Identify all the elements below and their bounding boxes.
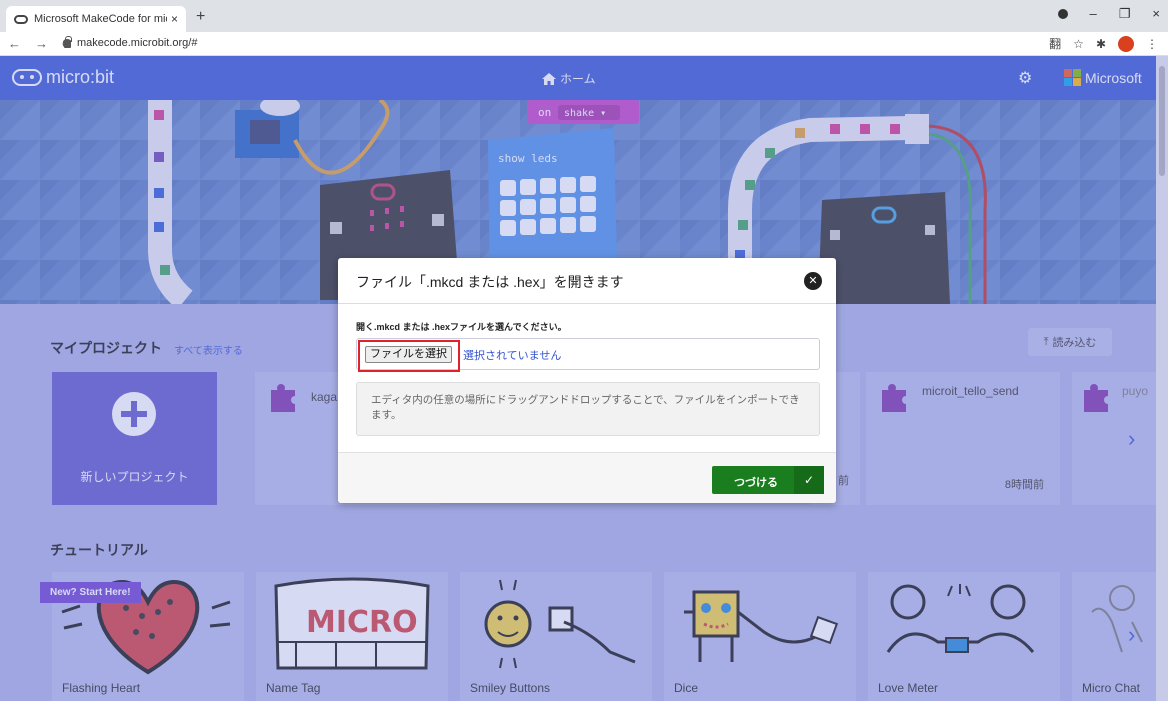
tab-title: Microsoft MakeCode for micro:b bbox=[34, 13, 167, 25]
check-icon: ✓ bbox=[794, 466, 824, 494]
dialog-footer: つづける ✓ bbox=[338, 452, 836, 503]
restore-button[interactable]: ❐ bbox=[1119, 6, 1131, 22]
menu-icon[interactable]: ⋮ bbox=[1146, 37, 1158, 51]
drag-drop-hint: エディタ内の任意の場所にドラッグアンドドロップすることで、ファイルをインポートで… bbox=[356, 382, 820, 436]
microbit-favicon-icon bbox=[14, 14, 28, 24]
no-file-selected-label: 選択されていません bbox=[463, 350, 562, 362]
bookmark-star-icon[interactable]: ☆ bbox=[1073, 37, 1084, 51]
lock-icon bbox=[64, 36, 72, 48]
browser-tab[interactable]: Microsoft MakeCode for micro:b × bbox=[6, 6, 186, 32]
close-icon[interactable]: ✕ bbox=[804, 272, 822, 290]
dialog-title: ファイル「.mkcd または .hex」を開きます bbox=[356, 274, 624, 290]
profile-avatar[interactable] bbox=[1118, 35, 1134, 52]
address-bar: ← → C makecode.microbit.org/# 翻 ☆ ✱ ⋮ bbox=[0, 32, 1168, 56]
nav-buttons: ← → C bbox=[8, 36, 71, 51]
new-tab-button[interactable]: + bbox=[196, 8, 205, 26]
extensions-icon[interactable]: ✱ bbox=[1096, 37, 1106, 51]
continue-button[interactable]: つづける ✓ bbox=[712, 466, 824, 494]
window-controls: – ❐ × bbox=[1057, 6, 1160, 22]
record-icon[interactable] bbox=[1057, 9, 1068, 19]
highlight-box bbox=[358, 340, 460, 372]
dialog-prompt: 開く.mkcd または .hexファイルを選んでください。 bbox=[356, 322, 567, 332]
continue-label: つづける bbox=[734, 477, 778, 489]
browser-tabbar: Microsoft MakeCode for micro:b × + – ❐ × bbox=[0, 0, 1168, 32]
url-text: makecode.microbit.org/# bbox=[77, 37, 198, 49]
dialog-header: ファイル「.mkcd または .hex」を開きます ✕ bbox=[338, 258, 836, 304]
back-button[interactable]: ← bbox=[8, 36, 21, 51]
close-window-button[interactable]: × bbox=[1152, 6, 1160, 22]
forward-button[interactable]: → bbox=[35, 36, 48, 51]
tab-close-icon[interactable]: × bbox=[171, 12, 178, 26]
minimize-button[interactable]: – bbox=[1090, 6, 1097, 22]
extensions: 翻 ☆ ✱ ⋮ bbox=[1049, 35, 1158, 52]
url-field[interactable]: makecode.microbit.org/# bbox=[64, 36, 198, 49]
open-file-dialog: ファイル「.mkcd または .hex」を開きます ✕ 開く.mkcd または … bbox=[338, 258, 836, 503]
translate-icon[interactable]: 翻 bbox=[1049, 35, 1061, 52]
